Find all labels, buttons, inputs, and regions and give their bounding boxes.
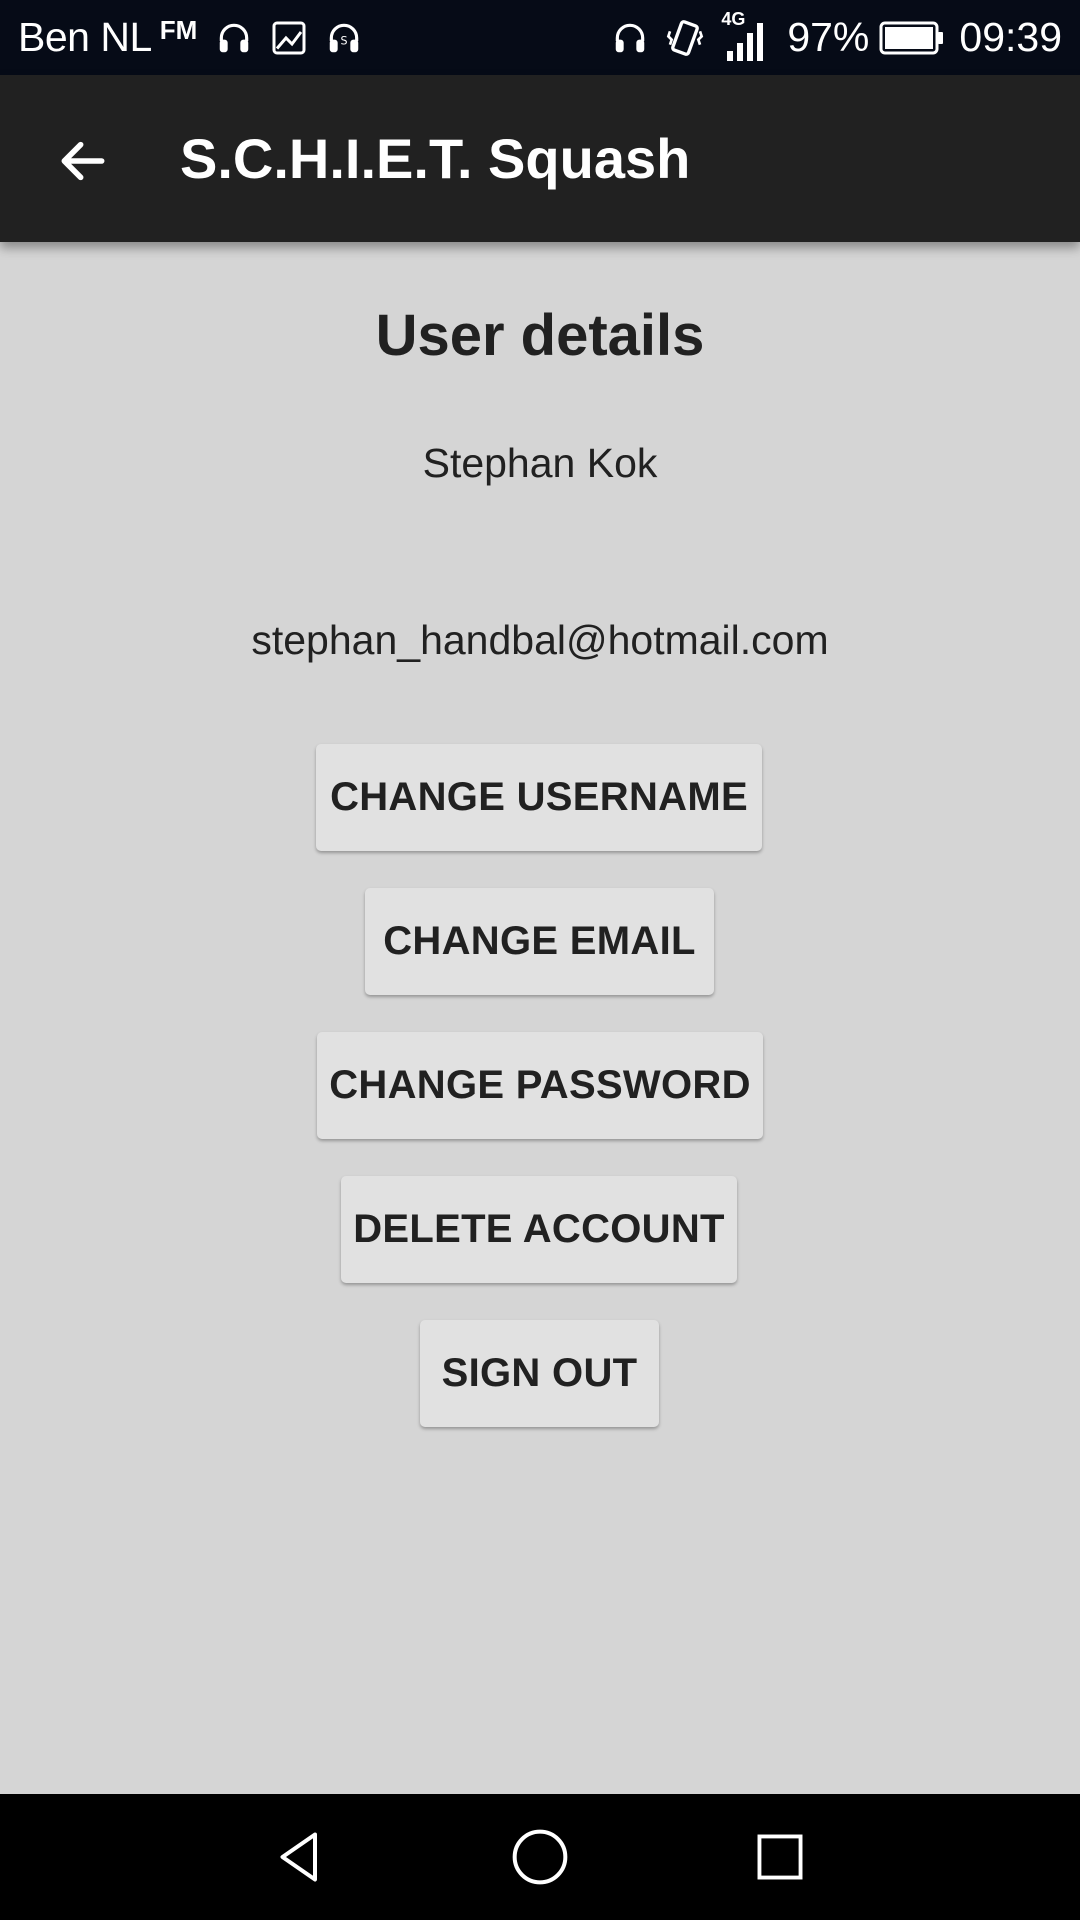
carrier-name: Ben NL	[18, 14, 152, 60]
arrow-back-icon	[61, 141, 105, 181]
back-button[interactable]	[40, 118, 126, 204]
status-left: Ben NL FM S	[18, 0, 363, 75]
system-nav-bar	[0, 1794, 1080, 1920]
app-bar: S.C.H.I.E.T. Squash	[0, 75, 1080, 242]
user-name: Stephan Kok	[422, 440, 658, 486]
nav-back-icon	[280, 1832, 317, 1882]
change-username-button[interactable]: CHANGE USERNAME	[316, 744, 762, 851]
battery-percent: 97%	[787, 14, 870, 60]
fm-radio-label: FM	[159, 15, 198, 45]
status-bar: Ben NL FM S 4G 97% 09:39	[0, 0, 1080, 75]
user-details-screen: User details Stephan Kok stephan_handbal…	[0, 242, 1080, 1794]
signal-icon: 4G	[721, 9, 771, 63]
vibrate-icon	[665, 18, 705, 58]
headphones-icon	[215, 19, 253, 57]
svg-text:S: S	[341, 34, 348, 47]
clock: 09:39	[959, 14, 1062, 60]
status-right: 4G 97% 09:39	[595, 0, 1062, 75]
nav-recents-icon	[757, 1834, 803, 1880]
image-icon	[271, 20, 307, 56]
headphones-icon	[611, 19, 649, 57]
app-title: S.C.H.I.E.T. Squash	[180, 127, 691, 190]
nav-home-icon	[512, 1829, 568, 1885]
change-email-button[interactable]: CHANGE EMAIL	[365, 888, 714, 995]
user-email: stephan_handbal@hotmail.com	[251, 617, 829, 663]
battery-icon	[879, 21, 945, 55]
nav-back-button[interactable]	[255, 1814, 345, 1900]
page-title: User details	[375, 303, 705, 368]
sign-out-button[interactable]: SIGN OUT	[420, 1320, 659, 1427]
nav-recents-button[interactable]	[735, 1814, 825, 1900]
change-password-button[interactable]: CHANGE PASSWORD	[317, 1032, 763, 1139]
delete-account-button[interactable]: DELETE ACCOUNT	[341, 1176, 737, 1283]
shazam-icon: S	[325, 19, 363, 57]
nav-home-button[interactable]	[495, 1814, 585, 1900]
